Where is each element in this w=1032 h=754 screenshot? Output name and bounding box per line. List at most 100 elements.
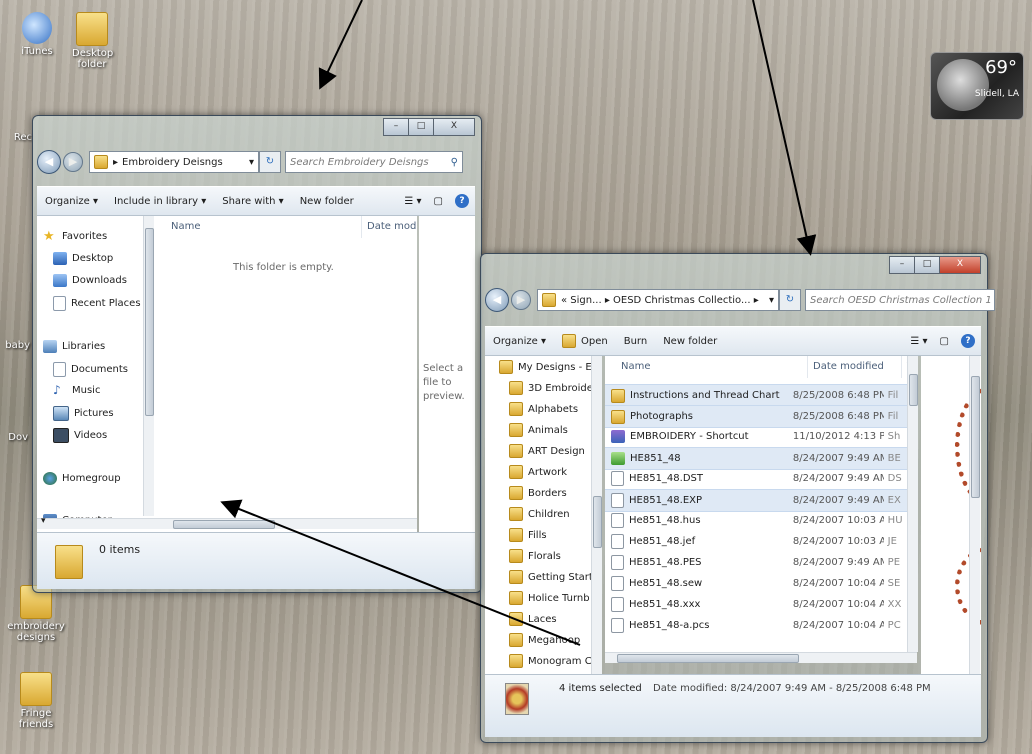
tree-scrollbar[interactable] — [591, 356, 602, 674]
nav-pictures[interactable]: Pictures — [53, 406, 114, 421]
details-pane: 4 items selected Date modified: 8/24/200… — [485, 674, 981, 737]
include-in-library-button[interactable]: Include in library ▾ — [114, 196, 206, 207]
close-button[interactable]: X — [433, 118, 475, 136]
address-path[interactable]: ▸ Embroidery Deisngs ▾ — [89, 151, 259, 173]
new-folder-button[interactable]: New folder — [300, 196, 354, 207]
tree-item[interactable]: Fills — [509, 528, 547, 542]
tree-item[interactable]: Getting Starte — [509, 570, 595, 584]
scrollbar-thumb[interactable] — [173, 520, 275, 529]
nav-homegroup[interactable]: Homegroup — [43, 472, 121, 485]
tree-item[interactable]: Artwork — [509, 465, 567, 479]
desktop-icon-recycle[interactable]: Rec — [0, 132, 32, 143]
scrollbar-thumb[interactable] — [593, 496, 602, 548]
tree-item[interactable]: Laces — [509, 612, 557, 626]
nav-label: Libraries — [62, 341, 106, 352]
tree-item[interactable]: Megahoop — [509, 633, 580, 647]
view-options-icon[interactable]: ☰ ▾ — [404, 196, 421, 207]
view-options-icon[interactable]: ☰ ▾ — [910, 336, 927, 347]
nav-music[interactable]: ♪ Music — [53, 384, 100, 397]
file-list-hscrollbar[interactable] — [155, 518, 417, 529]
file-row[interactable]: He851_48.sew 8/24/2007 10:04 AMSE — [605, 573, 907, 594]
nav-documents[interactable]: Documents — [53, 362, 128, 377]
scrollbar-thumb[interactable] — [971, 376, 980, 498]
tree-item[interactable]: Alphabets — [509, 402, 578, 416]
refresh-button[interactable]: ↻ — [779, 289, 801, 311]
file-list-scrollbar[interactable] — [907, 356, 918, 652]
share-with-button[interactable]: Share with ▾ — [222, 196, 283, 207]
file-list-hscrollbar[interactable] — [605, 652, 917, 663]
tree-item[interactable]: Florals — [509, 549, 561, 563]
new-folder-button[interactable]: New folder — [663, 336, 717, 347]
nav-favorites[interactable]: ★ Favorites — [43, 230, 107, 243]
folder-icon — [509, 423, 523, 437]
scrollbar-thumb[interactable] — [617, 654, 799, 663]
tree-item[interactable]: My Designs - E — [499, 360, 592, 374]
minimize-button[interactable]: – — [383, 118, 409, 136]
nav-scrollbar[interactable] — [143, 216, 154, 516]
forward-button[interactable]: ▶ — [63, 152, 83, 172]
scrollbar-thumb[interactable] — [145, 228, 154, 416]
desktop-icon-baby[interactable]: baby — [0, 340, 30, 351]
file-row[interactable]: He851_48.hus 8/24/2007 10:03 AMHU — [605, 510, 907, 531]
nav-label: Documents — [71, 364, 129, 375]
tree-item[interactable]: 3D Embroide — [509, 381, 593, 395]
desktop-icon-fringe-friends[interactable]: Fringe friends — [4, 672, 68, 730]
preview-scrollbar[interactable] — [969, 356, 980, 674]
file-row[interactable]: HE851_48.PES 8/24/2007 9:49 AM PE — [605, 552, 907, 573]
tree-item[interactable]: Monogram C — [509, 654, 592, 668]
nav-hscrollbar[interactable]: ▾ — [37, 516, 155, 529]
file-row[interactable]: HE851_48.EXP 8/24/2007 9:49 AM EX — [605, 489, 907, 512]
open-button[interactable]: Open — [562, 334, 608, 348]
column-header-date[interactable]: Date modified — [807, 356, 902, 378]
organize-button[interactable]: Organize ▾ — [493, 336, 546, 347]
preview-pane-icon[interactable]: ▢ — [940, 336, 949, 347]
file-row[interactable]: He851_48-a.pcs 8/24/2007 10:04 AMPC — [605, 615, 907, 636]
scrollbar-thumb[interactable] — [909, 374, 918, 406]
column-header-date[interactable]: Date modifie — [361, 216, 417, 238]
desktop-icon-desktop-folder[interactable]: Desktop folder — [60, 12, 124, 70]
close-button[interactable]: X — [939, 256, 981, 274]
nav-recent-places[interactable]: Recent Places — [53, 296, 141, 311]
tree-item[interactable]: Animals — [509, 423, 568, 437]
weather-gadget[interactable]: 69° Slidell, LA — [930, 52, 1024, 120]
burn-button[interactable]: Burn — [624, 336, 647, 347]
file-row[interactable]: HE851_48.DST 8/24/2007 9:49 AM DS — [605, 468, 907, 489]
nav-libraries[interactable]: Libraries — [43, 340, 105, 353]
minimize-button[interactable]: – — [889, 256, 915, 274]
file-row[interactable]: He851_48.xxx 8/24/2007 10:04 AMXX — [605, 594, 907, 615]
nav-downloads[interactable]: Downloads — [53, 274, 127, 287]
file-row[interactable]: He851_48.jef 8/24/2007 10:03 AMJE — [605, 531, 907, 552]
tree-item[interactable]: ART Design — [509, 444, 585, 458]
desktop-icon-dov[interactable]: Dov — [0, 432, 28, 443]
file-row[interactable]: HE851_48 8/24/2007 9:49 AM BE — [605, 447, 907, 470]
maximize-button[interactable]: □ — [408, 118, 434, 136]
address-path[interactable]: « Sign... ▸ OESD Christmas Collectio... … — [537, 289, 779, 311]
chevron-down-icon[interactable]: ▾ — [249, 157, 254, 168]
desktop-icon-embroidery-designs[interactable]: embroidery designs — [4, 585, 68, 643]
tree-item[interactable]: Holice Turnb — [509, 591, 590, 605]
preview-pane-icon[interactable]: ▢ — [434, 196, 443, 207]
tree-item[interactable]: Children — [509, 507, 570, 521]
forward-button[interactable]: ▶ — [511, 290, 531, 310]
file-row[interactable]: Photographs 8/25/2008 6:48 PM Fil — [605, 405, 907, 428]
column-header-name[interactable]: Name — [615, 356, 808, 378]
refresh-button[interactable]: ↻ — [259, 151, 281, 173]
organize-button[interactable]: Organize ▾ — [45, 196, 98, 207]
help-icon[interactable]: ? — [455, 194, 469, 208]
maximize-button[interactable]: □ — [914, 256, 940, 274]
item-count: 0 items — [99, 543, 141, 556]
back-button[interactable]: ◀ — [485, 288, 509, 312]
tree-item[interactable]: Borders — [509, 486, 567, 500]
search-input[interactable]: Search OESD Christmas Collection 1 ... ⚲ — [805, 289, 995, 311]
chevron-down-icon[interactable]: ▾ — [41, 516, 46, 526]
file-row[interactable]: Instructions and Thread Chart 8/25/2008 6… — [605, 384, 907, 407]
column-header-name[interactable]: Name — [165, 216, 362, 238]
help-icon[interactable]: ? — [961, 334, 975, 348]
file-row[interactable]: EMBROIDERY - Shortcut 11/10/2012 4:13 PMS… — [605, 426, 907, 447]
navigation-pane: ★ Favorites Desktop Downloads Recent Plac… — [37, 216, 155, 532]
search-input[interactable]: Search Embroidery Deisngs ⚲ — [285, 151, 463, 173]
back-button[interactable]: ◀ — [37, 150, 61, 174]
nav-videos[interactable]: Videos — [53, 428, 107, 443]
nav-desktop[interactable]: Desktop — [53, 252, 113, 265]
chevron-down-icon[interactable]: ▾ — [769, 295, 774, 306]
